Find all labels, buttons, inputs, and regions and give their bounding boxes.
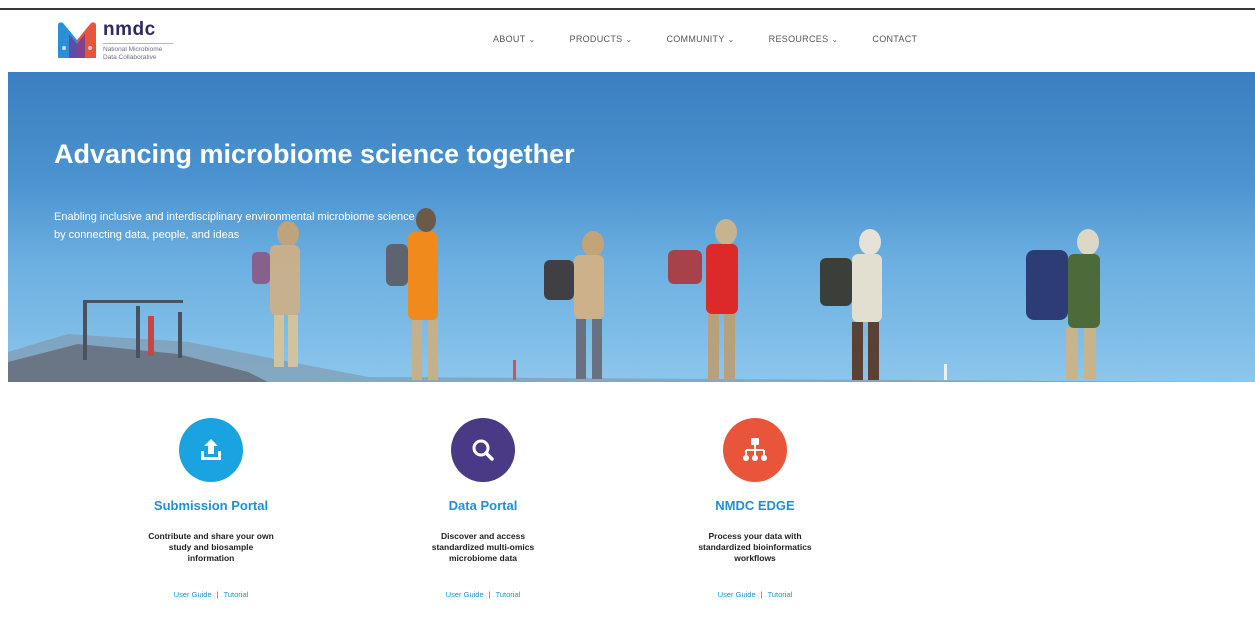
brand-subtitle-line2: Data Collaborative (103, 54, 157, 61)
tutorial-link[interactable]: Tutorial (768, 590, 793, 599)
search-icon[interactable] (451, 418, 515, 482)
card-description-line: Contribute and share your own (148, 531, 274, 541)
card-title[interactable]: Data Portal (383, 498, 583, 513)
card-description-line: standardized multi-omics (431, 542, 535, 552)
link-separator: | (216, 590, 219, 599)
hero-banner: Advancing microbiome science together En… (8, 72, 1255, 382)
hero-title: Advancing microbiome science together (54, 139, 575, 169)
site-header: nmdc National Microbiome Data Collaborat… (0, 10, 1255, 72)
card-description: Discover and access standardized multi-o… (398, 531, 568, 564)
hero-subtitle: Enabling inclusive and interdisciplinary… (54, 208, 514, 244)
link-separator: | (760, 590, 763, 599)
chevron-down-icon: ⌄ (625, 34, 633, 44)
card-title[interactable]: Submission Portal (111, 498, 311, 513)
chevron-down-icon: ⌄ (727, 34, 735, 44)
tutorial-link[interactable]: Tutorial (224, 590, 249, 599)
upload-icon[interactable] (179, 418, 243, 482)
card-description: Contribute and share your own study and … (126, 531, 296, 564)
nav-resources-label: RESOURCES (768, 34, 829, 44)
card-description-line: Discover and access (440, 531, 526, 541)
tutorial-link[interactable]: Tutorial (496, 590, 521, 599)
nav-community-label: COMMUNITY (666, 34, 725, 44)
brand-name: nmdc (103, 19, 156, 40)
card-title[interactable]: NMDC EDGE (655, 498, 855, 513)
card-data-portal: Data Portal Discover and access standard… (383, 400, 583, 599)
card-links: User Guide | Tutorial (111, 590, 311, 599)
logo-text: nmdc National Microbiome Data Collaborat… (103, 20, 173, 62)
brand-subtitle-line1: National Microbiome (103, 46, 163, 53)
nav-about[interactable]: ABOUT ⌄ (493, 34, 536, 44)
nav-about-label: ABOUT (493, 34, 526, 44)
nmdc-logo[interactable]: nmdc National Microbiome Data Collaborat… (55, 18, 173, 62)
card-submission-portal: Submission Portal Contribute and share y… (111, 400, 311, 599)
hero-subtitle-line2: by connecting data, people, and ideas (54, 229, 240, 241)
card-description-line: standardized bioinformatics (698, 542, 812, 552)
card-description-line: microbiome data (448, 553, 518, 563)
user-guide-link[interactable]: User Guide (174, 590, 212, 599)
hero-subtitle-line1: Enabling inclusive and interdisciplinary… (54, 211, 415, 223)
nav-products-label: PRODUCTS (569, 34, 623, 44)
card-nmdc-edge: NMDC EDGE Process your data with standar… (655, 400, 855, 599)
chevron-down-icon: ⌄ (831, 34, 839, 44)
nav-resources[interactable]: RESOURCES ⌄ (769, 34, 839, 44)
user-guide-link[interactable]: User Guide (718, 590, 756, 599)
hierarchy-icon[interactable] (723, 418, 787, 482)
nav-community[interactable]: COMMUNITY ⌄ (666, 34, 734, 44)
card-description: Process your data with standardized bioi… (670, 531, 840, 564)
card-links: User Guide | Tutorial (655, 590, 855, 599)
nmdc-logo-mark-icon (58, 22, 96, 58)
brand-subtitle: National Microbiome Data Collaborative (103, 43, 173, 62)
card-links: User Guide | Tutorial (383, 590, 583, 599)
user-guide-link[interactable]: User Guide (446, 590, 484, 599)
card-description-line: Process your data with (708, 531, 802, 541)
nav-products[interactable]: PRODUCTS ⌄ (570, 34, 633, 44)
card-description-line: information (187, 553, 235, 563)
chevron-down-icon: ⌄ (528, 34, 536, 44)
nav-contact-label: CONTACT (872, 34, 918, 44)
nav-contact[interactable]: CONTACT (872, 34, 917, 44)
link-separator: | (488, 590, 491, 599)
card-description-line: study and biosample (168, 542, 254, 552)
card-description-line: workflows (734, 553, 776, 563)
main-nav: ABOUT ⌄ PRODUCTS ⌄ COMMUNITY ⌄ RESOURCES… (493, 34, 951, 44)
